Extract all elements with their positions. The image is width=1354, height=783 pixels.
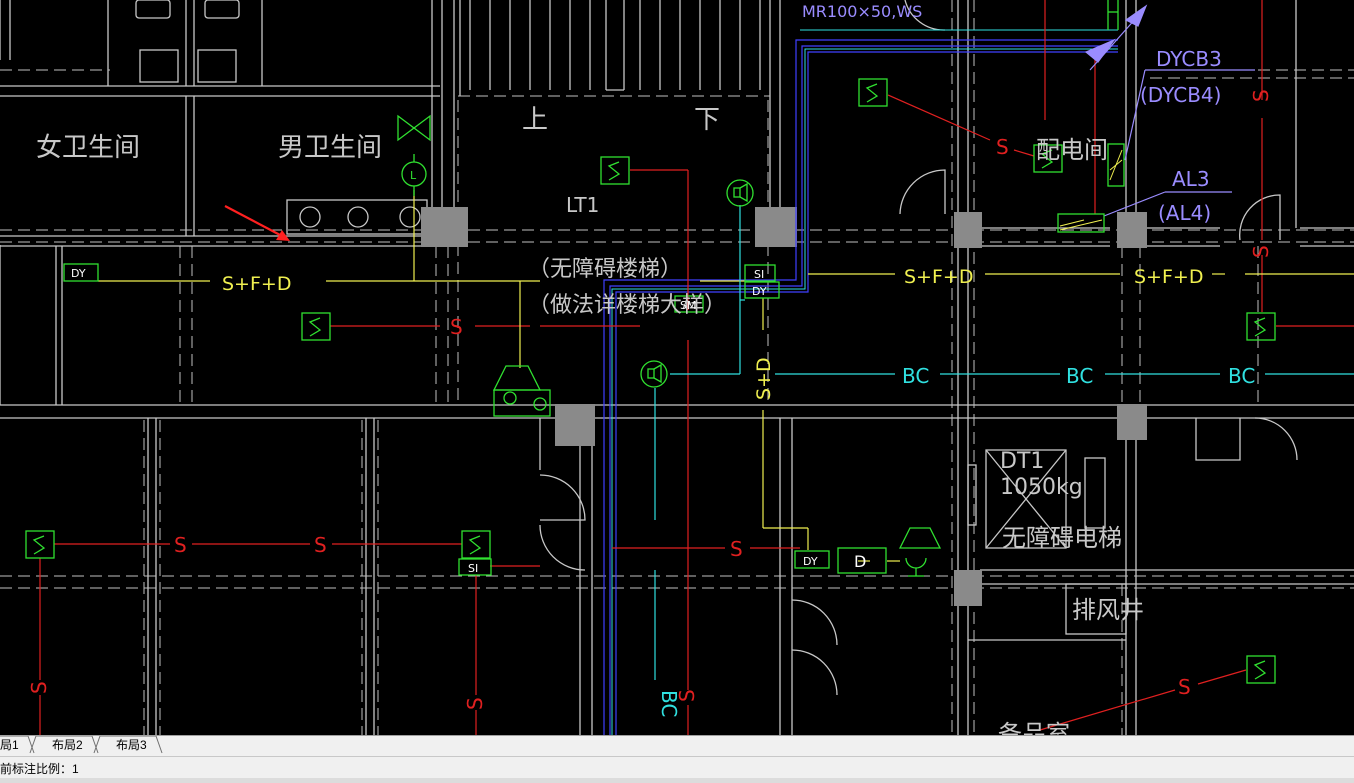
panel-al4-label: (AL4) — [1158, 201, 1211, 225]
stair-up-label: 上 — [522, 105, 548, 135]
s-device — [1246, 312, 1276, 341]
exhaust-shaft-label: 排风井 — [1072, 596, 1144, 624]
layout-tab-1[interactable]: 局1 — [0, 736, 29, 754]
stair-down-label: 下 — [694, 105, 720, 135]
s-label: S — [174, 533, 187, 557]
tray-annotation: MR100×50,WS — [802, 2, 922, 21]
bc-label: BC — [1066, 364, 1093, 388]
dashed-grid — [0, 0, 1354, 735]
layout-tab-2[interactable]: 布局2 — [42, 736, 93, 754]
s-label: S — [1249, 89, 1273, 102]
sfd-label: S+F+D — [904, 266, 973, 288]
bc-label: BC — [902, 364, 929, 388]
room-label-womens-toilet: 女卫生间 — [36, 133, 140, 163]
s-label: S — [463, 697, 487, 710]
sfd-label: S+F+D — [222, 273, 291, 295]
dy-tag: DY — [71, 267, 86, 280]
status-bar: 前标注比例：1 — [0, 756, 1354, 779]
s-label: S — [27, 681, 51, 694]
s-device — [461, 530, 491, 559]
s-device — [1246, 655, 1276, 684]
s-device — [600, 156, 630, 185]
s-label: S — [996, 135, 1009, 159]
dy-tag: DY — [803, 555, 818, 568]
annotation-texts: MR100×50,WS DYCB3 (DYCB4) AL3 (AL4) — [802, 2, 1222, 225]
bc-line-texts: BC BC BC BC — [657, 364, 1255, 717]
bc-label: BC — [1228, 364, 1255, 388]
elevator-capacity-label: 1050kg — [1000, 475, 1083, 500]
power-room-label: 配电间 — [1036, 136, 1108, 164]
sfd-label: S+F+D — [1134, 266, 1203, 288]
bc-label: BC — [657, 690, 681, 717]
accessible-stair-label: （无障碍楼梯） — [528, 257, 682, 282]
l-tag: L — [410, 169, 417, 182]
sprinkler-devices — [25, 0, 1276, 684]
walls — [0, 0, 1354, 735]
room-label-mens-toilet: 男卫生间 — [278, 133, 382, 163]
s-device — [25, 530, 55, 559]
s-label: S — [730, 537, 743, 561]
accessible-elevator-label: 无障碍电梯 — [1002, 524, 1122, 552]
d-tag: D — [854, 552, 866, 571]
si-tag: SI — [468, 562, 478, 575]
s-device — [858, 78, 888, 107]
sd-label: S+D — [753, 357, 775, 400]
layout-tab-3[interactable]: 布局3 — [106, 736, 157, 754]
s-device — [301, 312, 331, 341]
panel-al3-label: AL3 — [1172, 167, 1210, 191]
panel-dycb3-label: DYCB3 — [1156, 47, 1222, 71]
annotation-scale-status: 前标注比例：1 — [0, 762, 79, 776]
floor-plan-svg[interactable]: 女卫生间 男卫生间 上 下 LT1 （无障碍楼梯） （做法详楼梯大样） 配电间 … — [0, 0, 1354, 735]
stair-code-label: LT1 — [566, 193, 599, 217]
s-label: S — [1178, 675, 1191, 699]
s-label: S — [1249, 245, 1273, 258]
sm-tag: SM — [680, 299, 696, 312]
cad-drawing-canvas[interactable]: 女卫生间 男卫生间 上 下 LT1 （无障碍楼梯） （做法详楼梯大样） 配电间 … — [0, 0, 1354, 735]
spare-room-label: 备品室 — [998, 720, 1070, 735]
si-tag: SI — [754, 268, 764, 281]
s-label: S — [450, 315, 463, 339]
dy-tag: DY — [752, 285, 767, 298]
layout-tab-bar: 局1 布局2 布局3 — [0, 735, 1354, 756]
window-bottom-edge — [0, 778, 1354, 783]
s-label: S — [314, 533, 327, 557]
panel-dycb4-label: (DYCB4) — [1140, 83, 1221, 107]
annotation-leaders — [1084, 4, 1255, 217]
elevator-code-label: DT1 — [1000, 449, 1044, 474]
